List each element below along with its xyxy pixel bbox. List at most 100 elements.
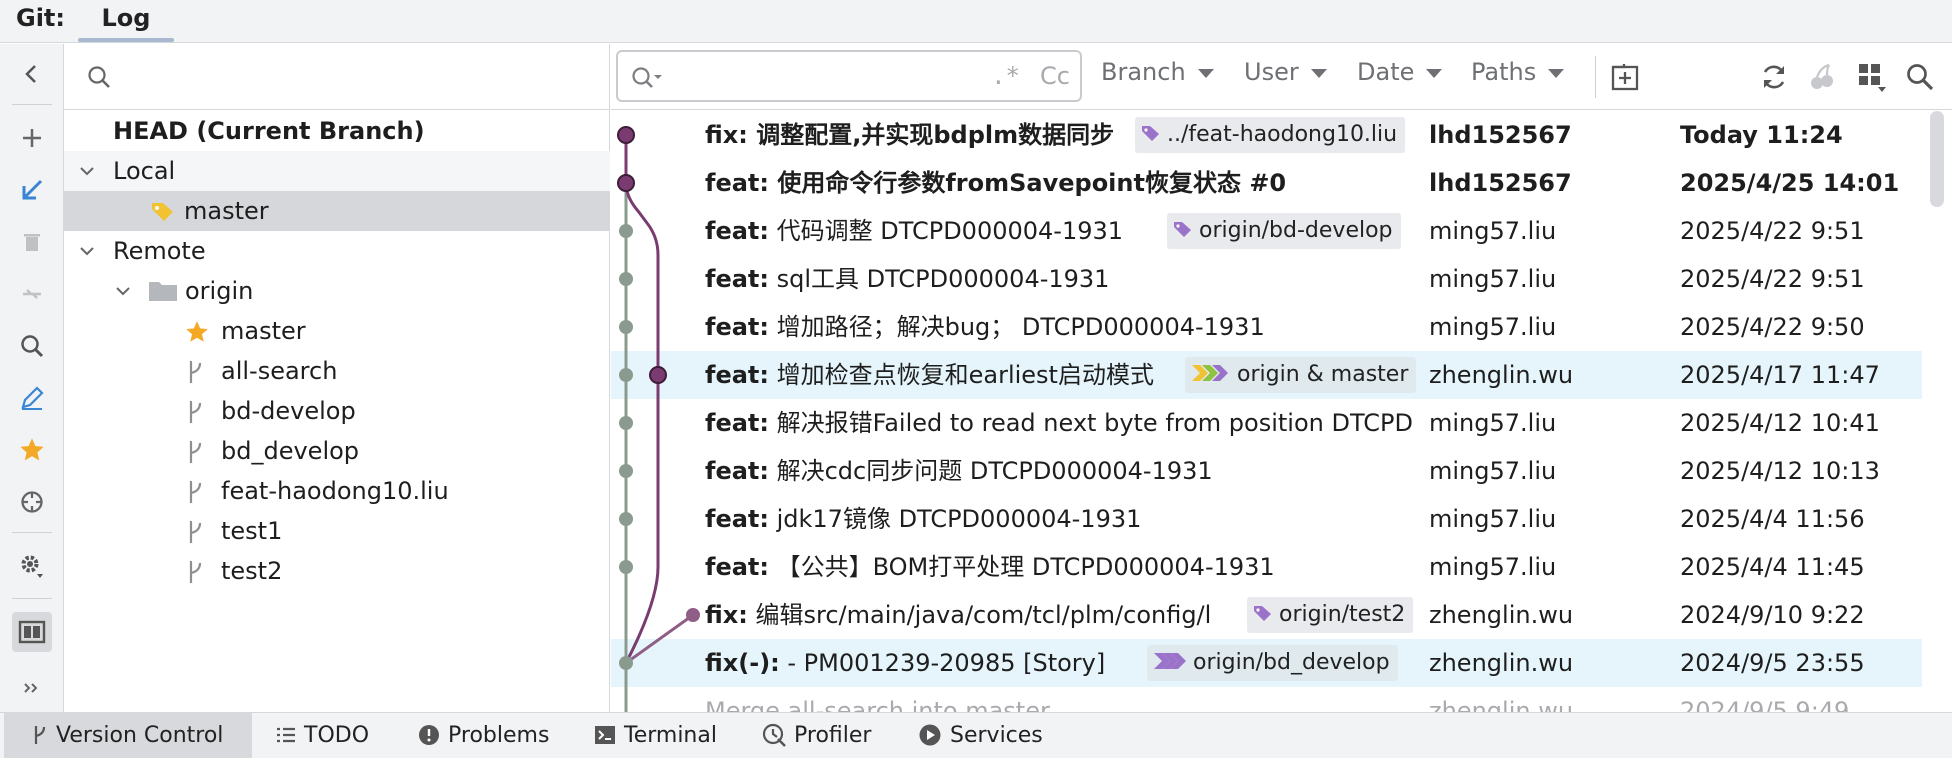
commit-node xyxy=(617,174,635,192)
edit-branch-button[interactable] xyxy=(12,378,52,418)
tree-item-label: master xyxy=(184,197,269,225)
refresh-button[interactable] xyxy=(1757,60,1791,94)
compare-branches-button[interactable] xyxy=(12,274,52,314)
tab-version-control[interactable]: Version Control xyxy=(4,713,252,758)
tab-services[interactable]: Services xyxy=(918,713,1043,758)
search-branch-button[interactable] xyxy=(12,326,52,366)
tree-item-local[interactable]: Local xyxy=(64,151,610,191)
branch-filter-label: Branch xyxy=(1101,58,1186,86)
settings-button[interactable] xyxy=(12,546,52,586)
commit-row[interactable]: feat: 增加检查点恢复和earliest启动模式 origin & mast… xyxy=(611,351,1922,399)
tab-log[interactable]: Log xyxy=(78,0,174,43)
tree-item-branch[interactable]: bd_develop xyxy=(64,431,610,471)
commit-summary: 【公共】BOM打平处理 DTCPD000004-1931 xyxy=(768,553,1275,581)
star-icon xyxy=(186,321,208,342)
tree-item-branch[interactable]: test1 xyxy=(64,511,610,551)
chevron-down-icon[interactable] xyxy=(78,242,96,260)
commit-row[interactable]: fix: 调整配置,并实现bdplm数据同步 ../feat-haodong10… xyxy=(611,111,1922,159)
double-chevron-right-icon xyxy=(24,683,38,693)
commit-row[interactable]: feat: jdk17镜像 DTCPD000004-1931 ming57.li… xyxy=(611,495,1922,543)
search-commit-button[interactable] xyxy=(1903,60,1937,94)
user-filter[interactable]: User xyxy=(1244,58,1327,86)
commit-ref-label[interactable]: ../feat-haodong10.liu xyxy=(1135,117,1406,153)
tab-profiler[interactable]: Profiler xyxy=(762,713,871,758)
commit-summary: 增加检查点恢复和earliest启动模式 xyxy=(768,361,1154,389)
paths-filter[interactable]: Paths xyxy=(1471,58,1565,86)
commit-date: 2025/4/22 9:51 xyxy=(1680,217,1865,245)
tree-item-remote[interactable]: Remote xyxy=(64,231,610,271)
star-icon xyxy=(20,438,44,461)
commit-row[interactable]: feat: 使用命令行参数fromSavepoint恢复状态 #0 lhd152… xyxy=(611,159,1922,207)
commit-search-field[interactable]: .* Cc xyxy=(616,50,1082,102)
commit-summary: 解决cdc同步问题 DTCPD000004-1931 xyxy=(768,457,1213,485)
commit-node xyxy=(617,126,635,144)
vertical-scrollbar[interactable] xyxy=(1930,111,1944,207)
date-filter[interactable]: Date xyxy=(1357,58,1443,86)
commit-date: 2024/9/5 23:55 xyxy=(1680,649,1865,677)
tag-icon xyxy=(1254,606,1271,621)
toolbar-separator xyxy=(12,598,52,599)
commit-summary: 增加路径；解决bug； DTCPD000004-1931 xyxy=(768,313,1265,341)
tree-item-origin[interactable]: origin xyxy=(64,271,610,311)
commit-summary: - PM001239-20985 [Story] xyxy=(779,649,1106,677)
chevron-down-icon[interactable] xyxy=(78,162,96,180)
commit-ref-label[interactable]: origin & master xyxy=(1185,357,1417,393)
commit-summary: Merge all-search into master xyxy=(705,697,1050,712)
tree-item-branch[interactable]: all-search xyxy=(64,351,610,391)
commit-list[interactable]: fix: 调整配置,并实现bdplm数据同步 ../feat-haodong10… xyxy=(611,111,1952,712)
tree-item-origin-master[interactable]: master xyxy=(64,311,610,351)
tree-item-local-master[interactable]: master xyxy=(64,191,610,231)
commit-row[interactable]: feat: 【公共】BOM打平处理 DTCPD000004-1931 ming5… xyxy=(611,543,1922,591)
tab-label: Services xyxy=(950,723,1043,748)
favorite-button[interactable] xyxy=(12,430,52,470)
commit-row[interactable]: fix(-): - PM001239-20985 [Story] origin/… xyxy=(611,639,1922,687)
search-history-icon[interactable] xyxy=(630,65,664,91)
branch-icon xyxy=(189,441,202,463)
tree-item-branch[interactable]: test2 xyxy=(64,551,610,591)
delete-branch-button[interactable] xyxy=(12,222,52,262)
branch-filter[interactable]: Branch xyxy=(1101,58,1214,86)
commit-node xyxy=(619,320,633,334)
commit-row[interactable]: fix: 编辑src/main/java/com/tcl/plm/config/… xyxy=(611,591,1922,639)
new-tab-button[interactable] xyxy=(1609,60,1643,94)
commit-row[interactable]: Merge all-search into master zhenglin.wu… xyxy=(611,687,1922,712)
new-tab-icon xyxy=(1611,64,1639,91)
branch-search-input[interactable] xyxy=(120,56,590,96)
commit-ref-label[interactable]: origin/test2 xyxy=(1247,597,1414,633)
commit-ref-label[interactable]: origin/bd-develop xyxy=(1167,213,1401,249)
commit-date: 2025/4/25 14:01 xyxy=(1680,169,1900,197)
view-options-button[interactable] xyxy=(1855,60,1889,94)
tree-item-label: HEAD (Current Branch) xyxy=(113,117,425,145)
toggle-branches-panel-button[interactable] xyxy=(12,612,52,652)
navigate-button[interactable] xyxy=(12,482,52,522)
commit-row[interactable]: feat: 解决报错Failed to read next byte from … xyxy=(611,399,1922,447)
commit-ref-label[interactable]: origin/bd_develop xyxy=(1147,645,1398,681)
more-button[interactable] xyxy=(12,668,52,708)
branch-icon xyxy=(189,361,202,383)
chevron-down-icon[interactable] xyxy=(114,282,132,300)
match-case-toggle[interactable]: Cc xyxy=(1040,62,1070,90)
tree-item-label: test1 xyxy=(221,517,283,545)
commit-node xyxy=(619,656,633,670)
update-button[interactable] xyxy=(12,170,52,210)
tree-item-branch[interactable]: bd-develop xyxy=(64,391,610,431)
commit-row[interactable]: feat: 代码调整 DTCPD000004-1931 origin/bd-de… xyxy=(611,207,1922,255)
commit-author: ming57.liu xyxy=(1429,265,1557,293)
tag-icon xyxy=(1174,222,1191,237)
regex-toggle[interactable]: .* xyxy=(991,62,1020,90)
log-toolbar: .* Cc Branch User Date Paths xyxy=(611,44,1952,110)
commit-row[interactable]: feat: 增加路径；解决bug； DTCPD000004-1931 ming5… xyxy=(611,303,1922,351)
user-filter-label: User xyxy=(1244,58,1299,86)
cherry-pick-button[interactable] xyxy=(1805,60,1839,94)
new-branch-button[interactable] xyxy=(12,118,52,158)
commit-row[interactable]: feat: 解决cdc同步问题 DTCPD000004-1931 ming57.… xyxy=(611,447,1922,495)
collapse-panel-button[interactable] xyxy=(12,54,52,94)
tab-terminal[interactable]: Terminal xyxy=(594,713,717,758)
commit-message: Merge all-search into master xyxy=(705,687,1431,712)
tree-item-head[interactable]: HEAD (Current Branch) xyxy=(64,111,610,151)
tree-item-label: bd_develop xyxy=(221,437,360,465)
tree-item-branch[interactable]: feat-haodong10.liu xyxy=(64,471,610,511)
tab-todo[interactable]: TODO xyxy=(276,713,369,758)
commit-row[interactable]: feat: sql工具 DTCPD000004-1931 ming57.liu … xyxy=(611,255,1922,303)
tab-problems[interactable]: Problems xyxy=(418,713,549,758)
